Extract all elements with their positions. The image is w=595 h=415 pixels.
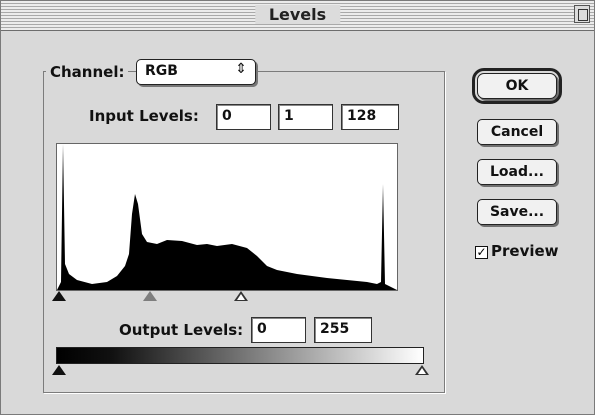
input-white-field[interactable]: 128	[341, 104, 399, 130]
input-white-slider[interactable]	[234, 291, 248, 301]
load-button[interactable]: Load...	[477, 159, 557, 185]
levels-dialog: Levels Channel: RGB ⇕ Input Levels: 0 1 …	[0, 0, 595, 415]
output-gradient-bar	[56, 347, 424, 364]
preview-checkbox[interactable]: ✓	[475, 246, 488, 259]
output-black-field[interactable]: 0	[251, 317, 306, 343]
zoom-box-icon[interactable]	[574, 5, 590, 23]
channel-value: RGB	[145, 63, 178, 79]
histogram-graph	[57, 144, 397, 290]
window-title: Levels	[254, 5, 341, 24]
input-black-slider[interactable]	[52, 291, 66, 301]
popup-arrows-icon: ⇕	[235, 61, 247, 77]
title-bar[interactable]: Levels	[1, 1, 594, 31]
output-white-slider[interactable]	[415, 365, 429, 375]
input-gamma-field[interactable]: 1	[278, 104, 333, 130]
output-white-field[interactable]: 255	[314, 317, 372, 343]
channel-label: Channel:	[46, 63, 129, 81]
output-levels-label: Output Levels:	[119, 321, 244, 339]
input-gamma-slider[interactable]	[143, 291, 157, 301]
output-black-slider[interactable]	[52, 365, 66, 375]
channel-popup[interactable]: RGB ⇕	[136, 59, 256, 85]
preview-label[interactable]: Preview	[491, 242, 559, 260]
input-black-field[interactable]: 0	[216, 104, 271, 130]
input-levels-label: Input Levels:	[89, 107, 199, 125]
save-button[interactable]: Save...	[477, 199, 557, 225]
cancel-button[interactable]: Cancel	[477, 119, 557, 145]
histogram	[56, 143, 398, 291]
ok-button[interactable]: OK	[472, 68, 562, 104]
